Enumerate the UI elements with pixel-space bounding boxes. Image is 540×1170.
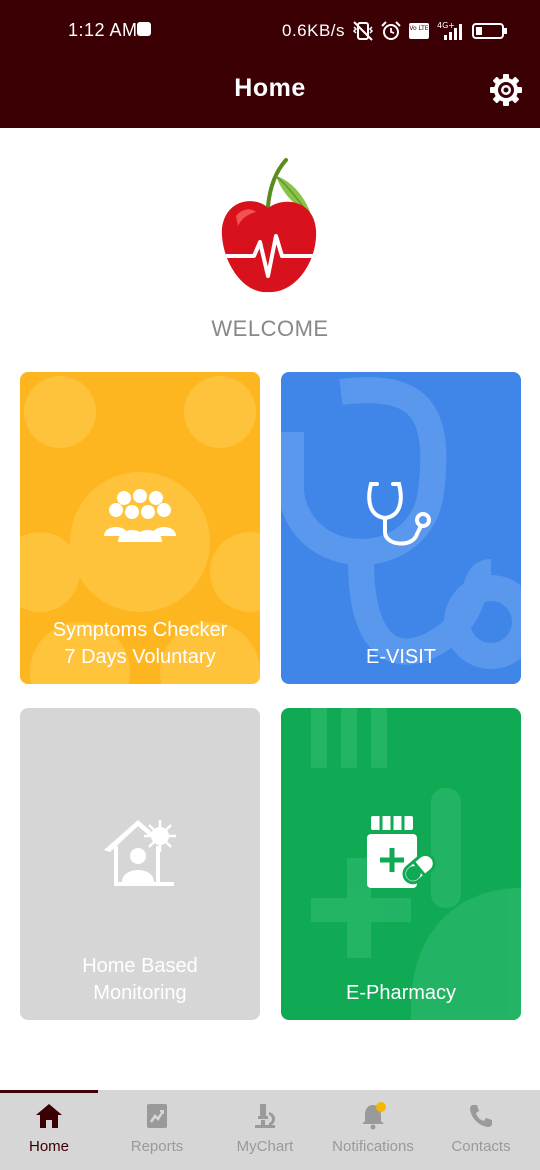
tile-label: E-Pharmacy <box>281 980 521 1007</box>
home-icon <box>36 1104 62 1128</box>
app-bar: Home <box>0 62 540 128</box>
microscope-icon <box>255 1104 275 1128</box>
gear-icon[interactable] <box>488 72 524 108</box>
e-pharmacy-tile[interactable]: E-Pharmacy <box>281 708 521 1020</box>
stethoscope-icon <box>367 482 431 546</box>
tile-label-line2: 7 Days Voluntary <box>64 646 216 668</box>
tile-label-line2: E-VISIT <box>365 646 436 668</box>
e-visit-tile[interactable]: E-VISIT <box>281 372 521 684</box>
nav-reports[interactable]: Reports <box>103 1090 211 1170</box>
tile-label-line1: Home Based <box>82 955 198 977</box>
nav-label: MyChart <box>236 1138 294 1155</box>
nav-home[interactable]: Home <box>0 1090 103 1170</box>
tile-label: Home Based Monitoring <box>20 953 260 1007</box>
tile-label-line2: E-Pharmacy <box>345 982 457 1004</box>
notification-indicator-icon <box>137 22 151 36</box>
welcome-text: WELCOME <box>211 316 329 341</box>
volte-icon: Vo LTE <box>409 23 429 39</box>
nav-notifications[interactable]: Notifications <box>319 1090 427 1170</box>
status-bar: 1:12 AM 0.6KB/s Vo LTE 4G+ <box>0 0 540 62</box>
phone-icon <box>470 1105 492 1127</box>
symptoms-checker-tile[interactable]: Symptoms Checker 7 Days Voluntary <box>20 372 260 684</box>
battery-icon <box>472 23 507 39</box>
tile-label: E-VISIT <box>281 644 521 671</box>
alarm-icon <box>381 21 401 40</box>
vibrate-icon <box>352 21 374 41</box>
group-icon <box>104 489 176 542</box>
page-title: Home <box>234 74 306 102</box>
nav-mychart[interactable]: MyChart <box>211 1090 319 1170</box>
status-time: 1:12 AM <box>68 20 138 40</box>
house-virus-icon <box>104 820 176 886</box>
signal-icon: 4G+ <box>437 21 462 40</box>
nav-label: Contacts <box>451 1138 511 1155</box>
nav-label: Reports <box>130 1138 184 1155</box>
network-type: 4G+ <box>437 21 455 30</box>
nav-contacts[interactable]: Contacts <box>427 1090 535 1170</box>
home-based-monitoring-tile[interactable]: Home Based Monitoring <box>20 708 260 1020</box>
nav-label: Home <box>28 1138 69 1155</box>
notification-dot <box>376 1102 386 1112</box>
tile-label-line2: Monitoring <box>93 982 187 1004</box>
tile-label: Symptoms Checker 7 Days Voluntary <box>20 617 260 671</box>
cherry-logo <box>221 158 317 293</box>
status-icons: Vo LTE 4G+ <box>352 18 508 44</box>
tile-label-line1: Symptoms Checker <box>52 619 228 641</box>
bottom-navigation: Home Reports MyChart Notifications Conta… <box>0 1090 540 1170</box>
nav-label: Notifications <box>332 1138 414 1155</box>
bell-icon <box>362 1102 386 1130</box>
reports-icon <box>147 1104 167 1128</box>
network-speed: 0.6KB/s <box>282 21 346 40</box>
medicine-icon <box>367 816 436 888</box>
volte-label: Vo LTE <box>409 25 428 32</box>
